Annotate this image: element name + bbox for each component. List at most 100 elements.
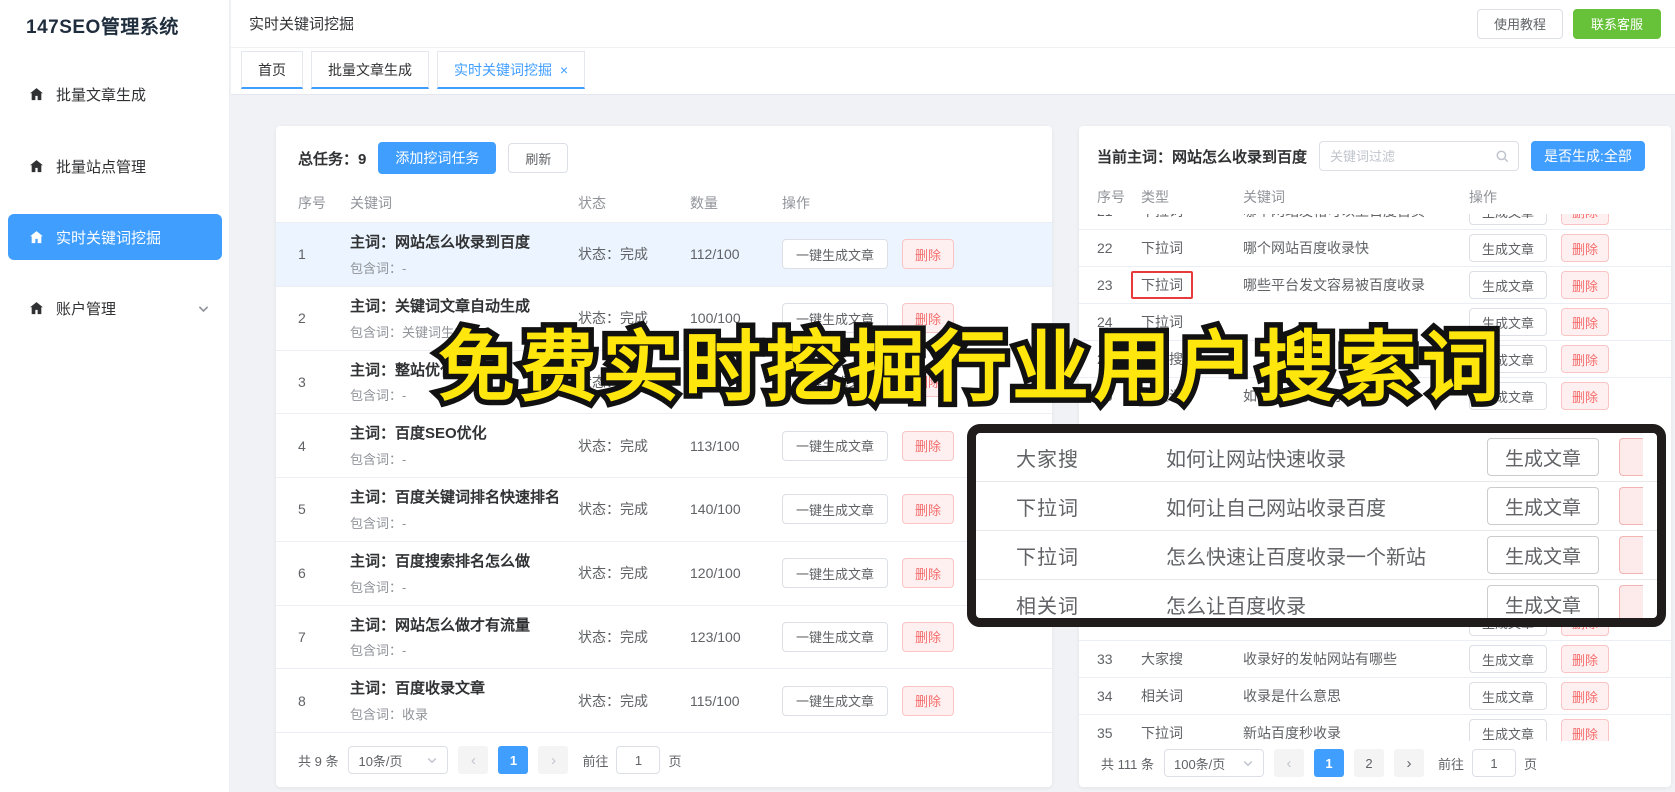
delete-button[interactable]: 删除 — [902, 685, 955, 716]
home-icon — [30, 301, 43, 314]
task-title: 主词：百度搜索排名怎么做 — [350, 552, 531, 570]
delete-button[interactable]: 删除 — [902, 239, 955, 270]
task-status: 状态：完成 — [578, 628, 648, 645]
goto-label: 前往 — [1437, 756, 1464, 772]
total-count-label: 共 111 条 — [1101, 756, 1154, 772]
generate-article-button[interactable]: 生成文章 — [1469, 719, 1548, 741]
overlay-row: 下拉词 怎么快速让百度收录一个新站 生成文章 — [976, 531, 1657, 580]
table-row[interactable]: 6 主词：百度搜索排名怎么做 包含词：- 状态：完成 120/100 一键生成文… — [276, 540, 1052, 605]
sidebar-item-batch-articles[interactable]: 批量文章生成 — [0, 71, 230, 117]
generate-articles-button[interactable]: 一键生成文章 — [782, 621, 889, 652]
sidebar-item-label: 实时关键词挖掘 — [56, 229, 162, 247]
delete-button[interactable]: 删除 — [1561, 645, 1610, 673]
generate-article-button[interactable]: 生成文章 — [1469, 214, 1548, 225]
delete-button[interactable]: 删除 — [1561, 234, 1610, 262]
keyword-row: 34 相关词 收录是什么意思 生成文章 删除 — [1079, 677, 1671, 714]
delete-button[interactable]: 删除 — [902, 558, 955, 589]
delete-button[interactable]: 删除 — [902, 494, 955, 525]
generate-article-button[interactable]: 生成文章 — [1469, 271, 1548, 299]
delete-button[interactable]: 删除 — [1561, 382, 1610, 410]
task-title: 主词：百度SEO优化 — [350, 425, 487, 443]
task-subtitle: 包含词：收录 — [350, 707, 429, 722]
sidebar: 147SEO管理系统 批量文章生成 批量站点管理 实时关键词挖掘 账户管理 — [0, 0, 230, 792]
tab-batch-articles[interactable]: 批量文章生成 — [311, 51, 429, 89]
keyword-type: 下拉词 — [1016, 546, 1079, 569]
chevron-down-icon — [428, 757, 437, 764]
keywords-panel: 当前主词：网站怎么收录到百度 是否生成:全部 序号 类型 关键词 操作 21 下… — [967, 126, 1671, 787]
delete-button[interactable]: 删除 — [1561, 271, 1610, 299]
close-tab-icon[interactable]: × — [560, 63, 568, 77]
generate-articles-button[interactable]: 一键生成文章 — [782, 494, 889, 525]
table-row[interactable]: 8 主词：百度收录文章 包含词：收录 状态：完成 115/100 一键生成文章 … — [276, 668, 1052, 732]
task-subtitle: 包含词：- — [350, 260, 407, 276]
goto-page-input[interactable] — [1472, 749, 1516, 777]
prev-page-button[interactable]: ‹ — [1273, 749, 1304, 777]
page-size-select[interactable]: 100条/页 — [1163, 749, 1264, 777]
generate-article-button[interactable]: 生成文章 — [1469, 682, 1548, 710]
delete-button[interactable]: 删除 — [1561, 308, 1610, 336]
col-type: 类型 — [1141, 189, 1169, 205]
page-button-1[interactable]: 1 — [1313, 749, 1344, 777]
add-mining-task-button[interactable]: 添加挖词任务 — [378, 142, 497, 174]
next-page-button[interactable]: › — [1393, 749, 1424, 777]
next-page-button[interactable]: › — [538, 746, 569, 774]
tab-keyword-mining[interactable]: 实时关键词挖掘 × — [437, 51, 586, 89]
home-icon — [30, 159, 43, 172]
tab-home[interactable]: 首页 — [241, 51, 303, 89]
generate-article-button[interactable]: 生成文章 — [1469, 645, 1548, 673]
page-size-select[interactable]: 10条/页 — [348, 746, 449, 774]
tasks-table-header: 序号 关键词 状态 数量 操作 — [276, 184, 1052, 222]
generate-articles-button[interactable]: 一键生成文章 — [782, 239, 889, 270]
tab-label: 批量文章生成 — [328, 61, 412, 78]
row-index: 2 — [298, 310, 306, 327]
table-row[interactable]: 5 主词：百度关键词排名快速排名 包含词：- 状态：完成 140/100 一键生… — [276, 477, 1052, 541]
delete-button[interactable]: 删除 — [1561, 719, 1610, 741]
table-row[interactable]: 1 主词：网站怎么收录到百度 包含词：- 状态：完成 112/100 一键生成文… — [276, 222, 1052, 286]
keyword-type: 下拉词 — [1141, 725, 1183, 741]
generate-articles-button[interactable]: 一键生成文章 — [782, 558, 889, 589]
keyword-type: 大家搜 — [1016, 448, 1079, 471]
table-row[interactable]: 4 主词：百度SEO优化 包含词：- 状态：完成 113/100 一键生成文章 … — [276, 413, 1052, 477]
goto-page-input[interactable] — [616, 746, 661, 774]
delete-button-clipped — [1619, 487, 1644, 525]
keywords-table-header: 序号 类型 关键词 操作 — [1079, 180, 1671, 214]
keyword-text: 怎么让百度收录 — [1166, 595, 1306, 618]
generate-article-button: 生成文章 — [1487, 585, 1600, 618]
delete-button[interactable]: 删除 — [902, 430, 955, 461]
delete-button[interactable]: 删除 — [1561, 214, 1610, 225]
generate-article-button[interactable]: 生成文章 — [1469, 234, 1548, 262]
row-index: 7 — [298, 628, 306, 645]
delete-button[interactable]: 删除 — [1561, 682, 1610, 710]
task-title: 主词：百度收录文章 — [350, 680, 486, 698]
search-icon — [1496, 150, 1509, 163]
generate-filter-button[interactable]: 是否生成:全部 — [1531, 141, 1645, 171]
sidebar-item-account[interactable]: 账户管理 — [0, 285, 230, 331]
keyword-row: 33 大家搜 收录好的发帖网站有哪些 生成文章 删除 — [1079, 640, 1671, 677]
delete-button-clipped — [1619, 536, 1644, 574]
row-index: 33 — [1097, 651, 1113, 667]
tutorial-button[interactable]: 使用教程 — [1476, 8, 1563, 39]
refresh-button[interactable]: 刷新 — [508, 143, 569, 173]
contact-support-button[interactable]: 联系客服 — [1572, 8, 1661, 39]
row-index: 21 — [1097, 214, 1141, 219]
sidebar-item-keyword-mining[interactable]: 实时关键词挖掘 — [8, 214, 222, 260]
generate-articles-button[interactable]: 一键生成文章 — [782, 685, 889, 716]
sidebar-item-batch-sites[interactable]: 批量站点管理 — [0, 143, 230, 189]
page-title: 实时关键词挖掘 — [249, 16, 355, 33]
keyword-row: 22 下拉词 哪个网站百度收录快 生成文章 删除 — [1079, 229, 1671, 266]
page-button-1[interactable]: 1 — [498, 746, 529, 774]
task-subtitle: 包含词：- — [350, 515, 407, 531]
delete-button[interactable]: 删除 — [902, 621, 955, 652]
prev-page-button[interactable]: ‹ — [458, 746, 489, 774]
keyword-type: 大家搜 — [1141, 651, 1183, 667]
delete-button[interactable]: 删除 — [1561, 345, 1610, 373]
keyword-filter-input[interactable] — [1320, 142, 1489, 170]
sidebar-item-label: 批量文章生成 — [56, 86, 147, 104]
generate-articles-button[interactable]: 一键生成文章 — [782, 430, 889, 461]
table-row[interactable]: 7 主词：网站怎么做才有流量 包含词：- 状态：完成 123/100 一键生成文… — [276, 604, 1052, 669]
page-unit-label: 页 — [1524, 756, 1538, 772]
col-actions: 操作 — [1469, 189, 1497, 205]
page-button-2[interactable]: 2 — [1353, 749, 1384, 777]
keyword-text: 哪个网站百度收录快 — [1243, 240, 1369, 256]
app-logo: 147SEO管理系统 — [26, 17, 179, 38]
